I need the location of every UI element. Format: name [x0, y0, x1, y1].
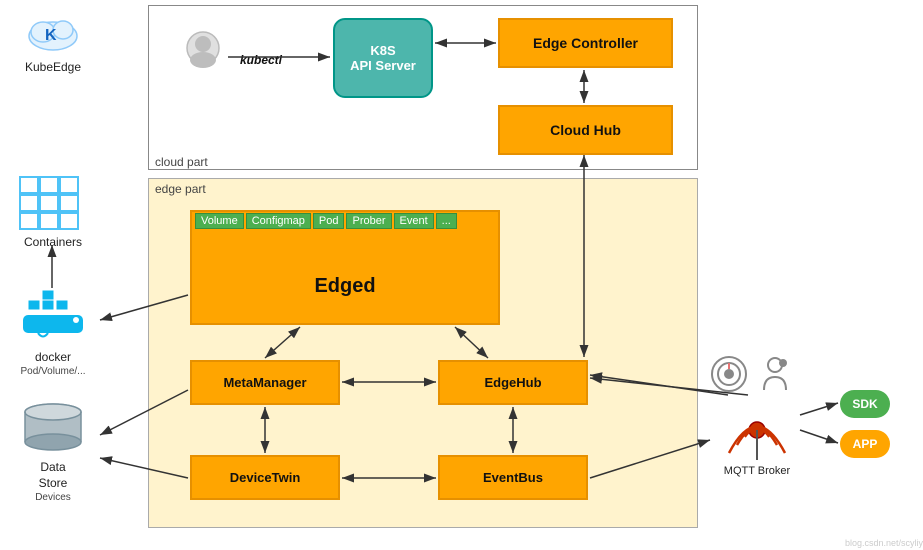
edge-controller-box: Edge Controller — [498, 18, 673, 68]
edge-hub-label: EdgeHub — [484, 375, 541, 390]
datastore-label-line1: Data — [8, 460, 98, 474]
event-bus-label: EventBus — [483, 470, 543, 485]
edge-hub-box: EdgeHub — [438, 360, 588, 405]
user-icon-wrap — [175, 30, 230, 88]
kubeedge-label: KubeEdge — [8, 60, 98, 74]
app-label: APP — [853, 437, 878, 451]
devices-label: Devices — [8, 492, 98, 503]
cloud-hub-box: Cloud Hub — [498, 105, 673, 155]
edged-label: Edged — [190, 248, 500, 325]
edged-tag-event: Event — [394, 213, 434, 229]
kubectl-label: kubectl — [240, 53, 282, 67]
edged-tag-more: ... — [436, 213, 457, 229]
cloud-part-label: cloud part — [155, 155, 208, 169]
iot-icons — [710, 355, 794, 393]
edged-tag-pod: Pod — [313, 213, 345, 229]
sdk-box: SDK — [840, 390, 890, 418]
svg-text:K: K — [45, 27, 57, 44]
app-box: APP — [840, 430, 890, 458]
containers-wrap: Containers — [8, 175, 98, 249]
device-twin-label: DeviceTwin — [230, 470, 301, 485]
datastore-wrap: Data Store Devices — [8, 400, 98, 503]
containers-label: Containers — [8, 235, 98, 249]
event-bus-box: EventBus — [438, 455, 588, 500]
edge-controller-label: Edge Controller — [533, 35, 638, 51]
pod-volume-label: Pod/Volume/... — [8, 366, 98, 377]
k8s-line2: API Server — [350, 58, 416, 73]
sdk-label: SDK — [852, 397, 877, 411]
k8s-line1: K8S — [370, 43, 395, 58]
kubeedge-icon: K — [23, 8, 83, 58]
edged-tag-configmap: Configmap — [246, 213, 311, 229]
mqtt-broker-wrap: MQTT Broker — [712, 390, 802, 477]
edge-part-label: edge part — [155, 182, 206, 196]
meta-manager-label: MetaManager — [223, 375, 306, 390]
mqtt-broker-label: MQTT Broker — [712, 465, 802, 477]
edged-tag-volume: Volume — [195, 213, 244, 229]
k8s-api-server-box: K8S API Server — [333, 18, 433, 98]
datastore-label-line2: Store — [8, 476, 98, 490]
device-twin-box: DeviceTwin — [190, 455, 340, 500]
kubeedge-logo: K KubeEdge — [8, 8, 98, 74]
edged-tags: Volume Configmap Pod Prober Event ... — [195, 213, 457, 229]
cloud-hub-label: Cloud Hub — [550, 122, 621, 138]
docker-label: docker — [8, 350, 98, 364]
watermark: blog.csdn.net/scyliy — [845, 538, 923, 548]
meta-manager-box: MetaManager — [190, 360, 340, 405]
docker-wrap: docker Pod/Volume/... — [8, 290, 98, 377]
edged-tag-prober: Prober — [346, 213, 391, 229]
